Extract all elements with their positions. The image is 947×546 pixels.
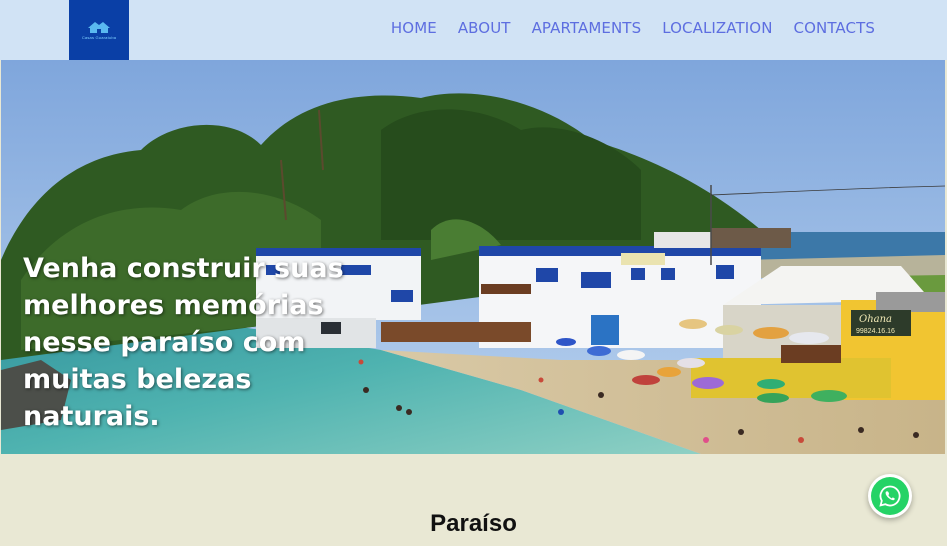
- main-nav: HOME ABOUT APARTAMENTS LOCALIZATION CONT…: [391, 19, 875, 37]
- whatsapp-button[interactable]: [868, 474, 912, 518]
- logo[interactable]: Casas Guaratuba: [69, 0, 129, 60]
- whatsapp-icon: [879, 485, 901, 507]
- hero-banner: Ohana 99824.16.16 Venha construir suas m…: [1, 60, 945, 454]
- logo-text: Casas Guaratuba: [81, 35, 117, 40]
- sign-ohana: Ohana: [859, 314, 892, 325]
- hero-headline: Venha construir suas melhores memórias n…: [23, 253, 344, 432]
- nav-contacts[interactable]: CONTACTS: [794, 19, 875, 37]
- sign-phone: 99824.16.16: [856, 328, 895, 335]
- nav-about[interactable]: ABOUT: [458, 19, 511, 37]
- nav-apartaments[interactable]: APARTAMENTS: [532, 19, 642, 37]
- house-logo-icon: [88, 22, 110, 33]
- section-title: Paraíso: [430, 510, 517, 537]
- nav-home[interactable]: HOME: [391, 19, 437, 37]
- nav-localization[interactable]: LOCALIZATION: [662, 19, 772, 37]
- site-header: Casas Guaratuba HOME ABOUT APARTAMENTS L…: [0, 0, 947, 60]
